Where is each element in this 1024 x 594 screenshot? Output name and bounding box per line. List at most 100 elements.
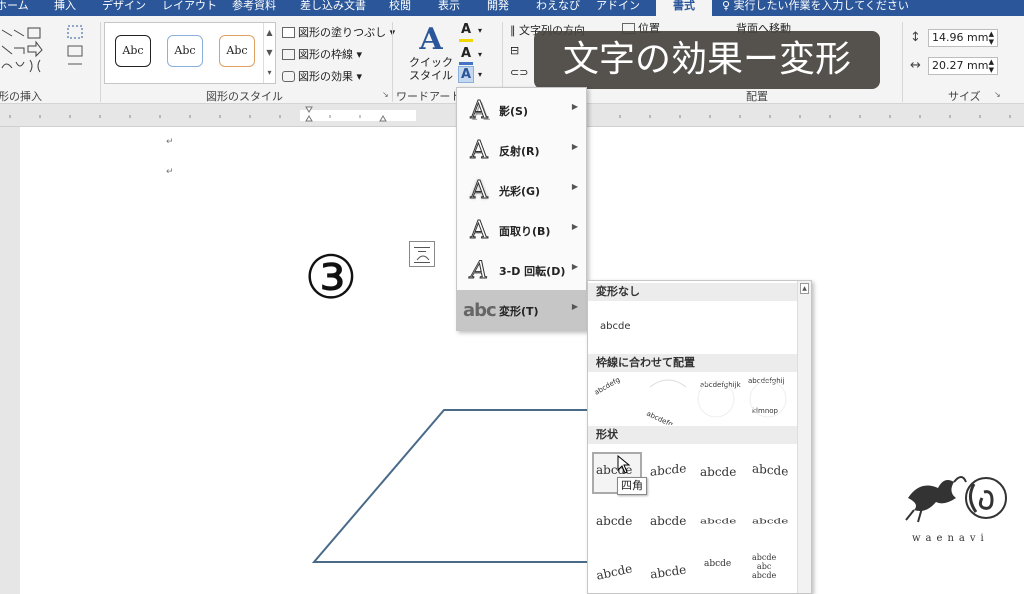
text-align-button[interactable]: ⊟	[510, 44, 519, 57]
tab-design[interactable]: デザイン	[98, 0, 150, 16]
follow-path-samples[interactable]: abcdefg abcdefg abcdefghijk abcdefghij k…	[588, 373, 798, 425]
shape-height-icon: ↕	[910, 30, 921, 45]
pen-outline-icon	[282, 49, 295, 60]
tab-insert[interactable]: 挿入	[50, 0, 80, 16]
dialog-launcher-icon[interactable]: ↘	[994, 90, 1001, 99]
tab-addins[interactable]: アドイン	[592, 0, 644, 16]
arc-icon	[416, 255, 430, 261]
tab-layout[interactable]: レイアウト	[158, 0, 221, 16]
shape-effects-button[interactable]: 図形の効果 ▾	[282, 68, 362, 84]
menu-item-bevel[interactable]: A 面取り(B) ▶	[457, 210, 586, 250]
group-label-size: サイズ	[948, 90, 981, 103]
create-link-button[interactable]: ⊂⊃	[510, 66, 528, 79]
group-separator	[392, 22, 393, 102]
shape-style-2[interactable]: Abc	[167, 35, 203, 67]
tab-format[interactable]: 書式	[656, 0, 712, 16]
text-outline-icon[interactable]: A	[458, 46, 474, 61]
shape-style-gallery[interactable]: Abc Abc Abc ▲ ▼ ▾	[104, 22, 276, 84]
group-label-insert-shapes: 形の挿入	[0, 90, 42, 103]
transform-circle[interactable]: abcde	[704, 559, 731, 569]
transform-chevron-up[interactable]: abcde	[752, 461, 788, 478]
shape-fill-button[interactable]: 図形の塗りつぶし ▾	[282, 24, 395, 40]
chevron-down-icon[interactable]: ▾	[478, 26, 482, 35]
transform-arch-up[interactable]: abcde	[595, 561, 633, 582]
text-transform-icon: abc	[463, 300, 497, 321]
transform-arch-down[interactable]: abcde	[649, 563, 687, 582]
text-effects-icon[interactable]: A	[458, 66, 474, 83]
tooltip: 四角	[617, 477, 647, 495]
transform-button[interactable]: abcde abc abcde	[752, 553, 776, 580]
dialog-launcher-icon[interactable]: ↘	[382, 90, 389, 99]
submenu-arrow-icon: ▶	[571, 182, 578, 191]
quick-style-button[interactable]: A クイック スタイル	[408, 24, 454, 84]
transform-gallery: 変形なし abcde 枠線に合わせて配置 abcdefg abcdefg abc…	[587, 280, 812, 594]
group-separator	[100, 22, 101, 102]
transform-none[interactable]: abcde	[600, 321, 630, 332]
transform-inflate-top[interactable]: abcde	[596, 514, 632, 528]
layout-options-icon[interactable]	[409, 241, 435, 267]
chevron-down-icon[interactable]: ▾	[478, 50, 482, 59]
section-header-no-transform: 変形なし	[588, 283, 798, 301]
text-outline-color-bar	[459, 62, 473, 65]
submenu-arrow-icon: ▶	[571, 142, 578, 151]
spinner-icon[interactable]: ▲ ▼	[989, 58, 994, 74]
text-bevel-icon: A	[470, 216, 488, 245]
gallery-scrollbar[interactable]: ▲	[797, 281, 811, 593]
group-label-arrange: 配置	[746, 90, 768, 103]
shape-width-input[interactable]: 20.27 mm ▲ ▼	[928, 57, 998, 75]
chevron-up-icon[interactable]: ▲	[264, 23, 275, 43]
text-align-icon: ⊟	[510, 44, 520, 57]
mouse-pointer-icon	[617, 455, 631, 474]
submenu-arrow-icon: ▶	[571, 302, 578, 311]
transform-slant-up[interactable]: abcde	[650, 461, 686, 479]
group-label-shape-styles: 図形のスタイル	[206, 90, 283, 103]
edit-shape-icon[interactable]	[64, 24, 94, 72]
paragraph-mark: ↵	[166, 137, 174, 147]
menu-item-3d-rotation[interactable]: A 3-D 回転(D) ▶	[457, 250, 586, 290]
tab-references[interactable]: 参考資料	[228, 0, 280, 16]
tab-waenavi[interactable]: わえなび	[532, 0, 584, 16]
shape-height-input[interactable]: 14.96 mm ▲ ▼	[928, 29, 998, 47]
menu-item-reflection[interactable]: A 反射(R) ▶	[457, 130, 586, 170]
gallery-more-icon[interactable]: ▾	[264, 63, 275, 83]
tell-me-box[interactable]: ♀ 実行したい作業を入力してください	[722, 0, 909, 16]
chevron-down-icon[interactable]: ▾	[478, 70, 482, 79]
shape-width-icon: ↔	[910, 58, 921, 73]
tab-view[interactable]: 表示	[434, 0, 464, 16]
tab-review[interactable]: 校閲	[385, 0, 415, 16]
parallelogram-shape[interactable]	[310, 408, 590, 564]
shape-style-1[interactable]: Abc	[115, 35, 151, 67]
svg-text:klmnop: klmnop	[752, 407, 779, 415]
tab-home[interactable]: ホーム	[0, 0, 33, 16]
tab-developer[interactable]: 開発	[483, 0, 513, 16]
video-caption: 文字の効果ー変形	[534, 31, 880, 89]
spinner-icon[interactable]: ▲ ▼	[989, 30, 994, 46]
shape-style-3[interactable]: Abc	[219, 35, 255, 67]
section-header-warp: 形状	[588, 426, 798, 444]
paint-bucket-icon	[282, 27, 295, 38]
shape-gallery[interactable]	[0, 24, 60, 80]
transform-deflate[interactable]: abcde	[650, 514, 686, 528]
submenu-arrow-icon: ▶	[571, 222, 578, 231]
shapes-icon	[1, 27, 43, 73]
chevron-down-icon[interactable]: ▼	[264, 43, 275, 63]
shape-effects-icon	[282, 71, 295, 82]
svg-text:abcdefg: abcdefg	[645, 410, 674, 425]
wordart-a-icon: A	[419, 22, 443, 57]
transform-triangle-up[interactable]: abcde	[700, 465, 736, 479]
menu-item-glow[interactable]: A 光彩(G) ▶	[457, 170, 586, 210]
menu-item-transform[interactable]: abc 変形(T) ▶	[457, 290, 586, 330]
text-fill-color-bar	[459, 39, 473, 42]
text-fill-icon[interactable]: A	[458, 22, 474, 37]
text-effects-menu: A 影(S) ▶ A 反射(R) ▶ A 光彩(G) ▶ A 面取り(B) ▶ …	[456, 87, 587, 331]
scroll-up-arrow-icon[interactable]: ▲	[800, 283, 809, 294]
circled-number-text[interactable]: ③	[304, 246, 384, 310]
group-separator	[902, 22, 903, 102]
shape-outline-button[interactable]: 図形の枠線 ▾	[282, 46, 362, 62]
transform-wave-2[interactable]: abcde	[752, 517, 788, 525]
tab-mailings[interactable]: 差し込み文書	[296, 0, 370, 16]
link-icon: ⊂⊃	[510, 66, 529, 79]
gallery-scroll[interactable]: ▲ ▼ ▾	[263, 23, 275, 83]
menu-item-shadow[interactable]: A 影(S) ▶	[457, 90, 586, 130]
transform-wave-1[interactable]: abcde	[700, 517, 736, 525]
